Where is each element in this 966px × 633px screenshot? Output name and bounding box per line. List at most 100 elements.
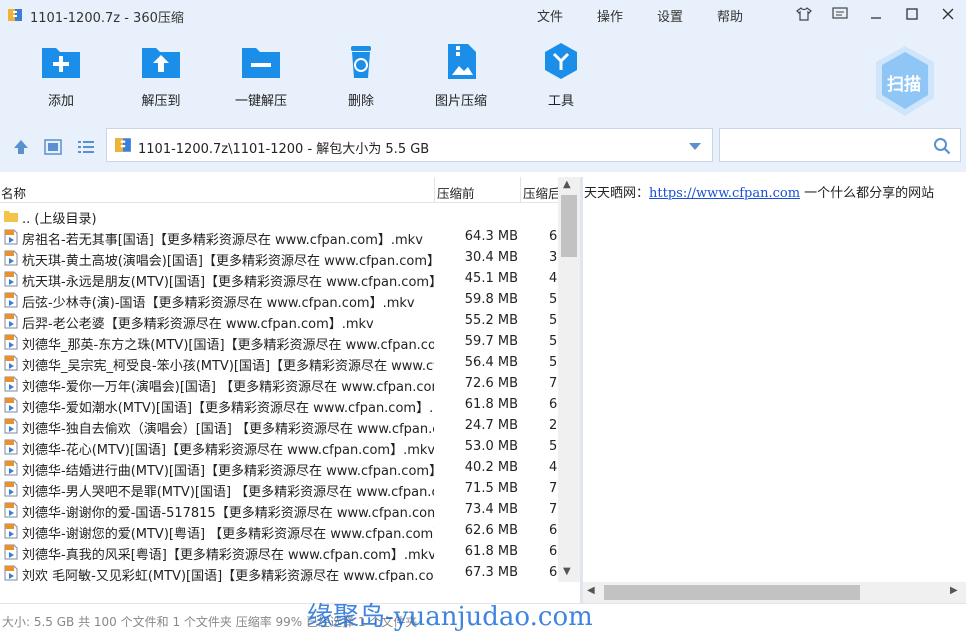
video-file-icon: [4, 565, 18, 581]
file-row[interactable]: 杭天琪-黄土高坡(演唱会)[国语]【更多精彩资源尽在 www.cfpan.com…: [0, 247, 558, 269]
message-icon: [832, 7, 848, 19]
file-row[interactable]: 刘德华-结婚进行曲(MTV)[国语]【更多精彩资源尽在 www.cfpan.co…: [0, 457, 558, 479]
column-packed[interactable]: 压缩后: [523, 183, 558, 202]
file-row[interactable]: 刘德华_吴宗宪_柯受良-笨小孩(MTV)[国语]【更多精彩资源尽在 www.cf…: [0, 352, 558, 374]
column-size[interactable]: 压缩前: [437, 183, 517, 202]
menu-help[interactable]: 帮助: [717, 6, 777, 25]
path-text: 1101-1200.7z\1101-1200 - 解包大小为 5.5 GB: [138, 142, 430, 157]
h-scroll-thumb[interactable]: [604, 585, 860, 600]
file-row[interactable]: 刘欢 毛阿敏-又见彩虹(MTV)[国语]【更多精彩资源尽在 www.cfpan.…: [0, 562, 558, 582]
extract-to-icon: [142, 48, 180, 78]
column-divider[interactable]: [434, 177, 435, 203]
file-row[interactable]: 刘德华-男人哭吧不是罪(MTV)[国语] 【更多精彩资源尽在 www.cfpan…: [0, 478, 558, 500]
quick-extract-button[interactable]: 一键解压: [216, 42, 306, 118]
file-packed-size: 2: [549, 418, 558, 433]
file-size: 62.6 MB: [464, 523, 518, 538]
file-row[interactable]: 刘德华_那英-东方之珠(MTV)[国语]【更多精彩资源尽在 www.cfpan.…: [0, 331, 558, 353]
list-view-icon[interactable]: [76, 137, 96, 157]
file-row[interactable]: 刘德华-花心(MTV)[国语]【更多精彩资源尽在 www.cfpan.com】.…: [0, 436, 558, 458]
preview-pane: 天天晒网：https://www.cfpan.com 一个什么都分享的网站: [583, 177, 966, 603]
thumbnail-view-icon[interactable]: [43, 137, 63, 157]
extract-to-button[interactable]: 解压到: [116, 42, 206, 118]
file-row[interactable]: 刘德华-独自去偷欢（演唱会）[国语] 【更多精彩资源尽在 www.cfpan.c…: [0, 415, 558, 437]
column-name[interactable]: 名称: [1, 183, 301, 202]
file-row[interactable]: 房祖名-若无其事[国语]【更多精彩资源尽在 www.cfpan.com】.mkv…: [0, 226, 558, 248]
menu-settings[interactable]: 设置: [657, 6, 717, 25]
close-button[interactable]: [930, 0, 966, 28]
scroll-left-icon[interactable]: ◀: [587, 585, 595, 596]
file-packed-size: 7: [549, 502, 558, 517]
file-packed-size: 6: [549, 523, 558, 538]
skin-button[interactable]: [786, 0, 822, 28]
file-row[interactable]: 后弦-少林寺(演)-国语【更多精彩资源尽在 www.cfpan.com】.mkv…: [0, 289, 558, 311]
file-row[interactable]: 刘德华-爱你一万年(演唱会)[国语] 【更多精彩资源尽在 www.cfpan.c…: [0, 373, 558, 395]
image-compress-button[interactable]: 图片压缩: [416, 42, 506, 118]
file-row[interactable]: 刘德华-真我的风采[粤语]【更多精彩资源尽在 www.cfpan.com】.mk…: [0, 541, 558, 563]
file-row[interactable]: 后羿-老公老婆【更多精彩资源尽在 www.cfpan.com】.mkv 55.2 …: [0, 310, 558, 332]
vertical-scrollbar[interactable]: ▲ ▼: [558, 177, 580, 582]
file-name: 刘德华-独自去偷欢（演唱会）[国语] 【更多精彩资源尽在 www.cfpan.c…: [22, 422, 434, 437]
video-file-icon: [4, 355, 18, 371]
video-file-icon: [4, 544, 18, 560]
archive-icon: [115, 138, 131, 152]
menu-file[interactable]: 文件: [537, 6, 597, 25]
delete-label: 删除: [347, 94, 374, 109]
file-size: 61.8 MB: [464, 544, 518, 559]
feedback-button[interactable]: [822, 0, 858, 28]
file-name: 刘欢 毛阿敏-又见彩虹(MTV)[国语]【更多精彩资源尽在 www.cfpan.…: [22, 569, 434, 582]
preview-link[interactable]: https://www.cfpan.com: [649, 186, 800, 201]
scroll-thumb[interactable]: [561, 195, 577, 257]
quick-extract-label: 一键解压: [234, 94, 287, 109]
video-file-icon: [4, 460, 18, 476]
scroll-right-icon[interactable]: ▶: [950, 585, 958, 596]
minimize-icon: [871, 17, 881, 19]
tools-button[interactable]: 工具: [516, 42, 606, 118]
file-name: 刘德华-爱你一万年(演唱会)[国语] 【更多精彩资源尽在 www.cfpan.c…: [22, 380, 434, 395]
file-row[interactable]: 刘德华-爱如潮水(MTV)[国语]【更多精彩资源尽在 www.cfpan.com…: [0, 394, 558, 416]
up-arrow-icon[interactable]: [11, 137, 31, 157]
column-divider[interactable]: [520, 177, 521, 203]
file-size: 73.4 MB: [464, 502, 518, 517]
search-icon[interactable]: [933, 137, 951, 155]
quick-extract-icon: [242, 48, 280, 78]
preview-text: 天天晒网：https://www.cfpan.com 一个什么都分享的网站: [584, 182, 934, 201]
search-input[interactable]: [726, 135, 926, 155]
parent-dir-row[interactable]: .. (上级目录): [0, 205, 558, 227]
file-name: 后弦-少林寺(演)-国语【更多精彩资源尽在 www.cfpan.com】.mkv: [22, 296, 415, 311]
menu-operate[interactable]: 操作: [597, 6, 657, 25]
file-packed-size: 5: [549, 313, 558, 328]
scroll-up-icon[interactable]: ▲: [563, 179, 571, 190]
file-row[interactable]: 杭天琪-永远是朋友(MTV)[国语]【更多精彩资源尽在 www.cfpan.co…: [0, 268, 558, 290]
file-size: 53.0 MB: [464, 439, 518, 454]
file-packed-size: 6: [549, 544, 558, 559]
file-size: 64.3 MB: [464, 229, 518, 244]
video-file-icon: [4, 292, 18, 308]
maximize-button[interactable]: [894, 0, 930, 28]
toolbar: 添加 解压到 一键解压 删除 图片压缩 工具 扫描: [0, 30, 966, 122]
search-box: [719, 128, 961, 162]
extract-to-label: 解压到: [141, 94, 181, 109]
shirt-icon: [796, 7, 812, 21]
file-packed-size: 5: [549, 439, 558, 454]
file-row[interactable]: 刘德华-谢谢你的爱-国语-517815【更多精彩资源尽在 www.cfpan.c…: [0, 499, 558, 521]
chevron-down-icon[interactable]: [688, 142, 702, 151]
file-packed-size: 6: [549, 397, 558, 412]
horizontal-scrollbar[interactable]: ◀ ▶: [583, 582, 966, 603]
scan-button[interactable]: 扫描: [872, 44, 938, 118]
minimize-button[interactable]: [858, 0, 894, 28]
file-size: 56.4 MB: [464, 355, 518, 370]
file-size: 30.4 MB: [464, 250, 518, 265]
add-button[interactable]: 添加: [16, 42, 106, 118]
watermark-text: 缘聚岛-yuanjudao.com: [307, 602, 593, 632]
file-row[interactable]: 刘德华-谢谢您的爱(MTV)[粤语] 【更多精彩资源尽在 www.cfpan.c…: [0, 520, 558, 542]
parent-dir-label: .. (上级目录): [22, 212, 97, 227]
delete-button[interactable]: 删除: [316, 42, 406, 118]
file-name: 刘德华-结婚进行曲(MTV)[国语]【更多精彩资源尽在 www.cfpan.co…: [22, 464, 434, 479]
tools-label: 工具: [547, 94, 574, 109]
file-name: 刘德华-男人哭吧不是罪(MTV)[国语] 【更多精彩资源尽在 www.cfpan…: [22, 485, 434, 500]
video-file-icon: [4, 334, 18, 350]
scroll-down-icon[interactable]: ▼: [563, 566, 571, 577]
maximize-icon: [906, 8, 918, 20]
file-name: 刘德华_吴宗宪_柯受良-笨小孩(MTV)[国语]【更多精彩资源尽在 www.cf…: [22, 359, 434, 374]
path-field[interactable]: 1101-1200.7z\1101-1200 - 解包大小为 5.5 GB: [106, 128, 713, 162]
